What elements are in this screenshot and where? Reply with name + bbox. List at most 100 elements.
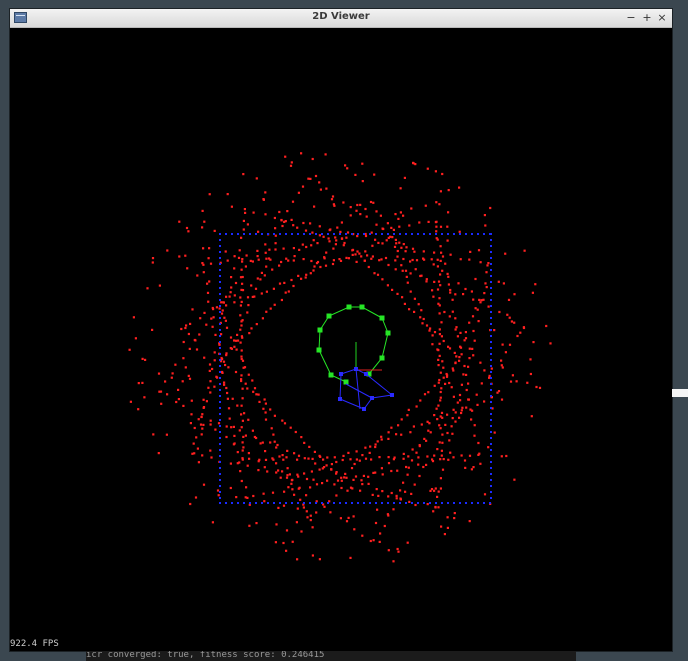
cloud-point xyxy=(374,521,378,525)
cloud-point xyxy=(223,381,226,384)
cloud-point xyxy=(472,466,475,469)
cloud-point xyxy=(454,362,457,365)
cloud-point xyxy=(439,190,442,193)
cloud-point xyxy=(202,406,205,409)
cloud-point xyxy=(414,268,417,271)
cloud-point xyxy=(279,476,282,479)
title-bar[interactable]: 2D Viewer − + × xyxy=(10,9,672,28)
cloud-point xyxy=(379,214,382,217)
cloud-point xyxy=(506,313,509,316)
cloud-point xyxy=(454,420,457,423)
cloud-point xyxy=(141,381,144,384)
cloud-point xyxy=(201,413,204,416)
cloud-point xyxy=(326,456,329,459)
cloud-point xyxy=(246,464,249,467)
cloud-point xyxy=(240,268,243,271)
cloud-point xyxy=(264,411,267,414)
cloud-point xyxy=(460,383,463,386)
cloud-point xyxy=(446,516,449,519)
cloud-point xyxy=(391,236,394,239)
cloud-point xyxy=(351,253,354,256)
cloud-point xyxy=(406,473,409,476)
cloud-point xyxy=(225,386,228,390)
cloud-point xyxy=(328,229,331,232)
cloud-point xyxy=(438,354,441,357)
cloud-point xyxy=(352,515,355,518)
cloud-point xyxy=(334,236,337,239)
cloud-point xyxy=(376,508,379,511)
cloud-point xyxy=(442,458,445,461)
cloud-point xyxy=(207,300,210,303)
cloud-point xyxy=(364,446,367,449)
scene-svg[interactable] xyxy=(10,28,672,651)
cloud-point xyxy=(435,237,438,240)
cloud-point xyxy=(497,280,500,283)
cloud-point xyxy=(255,522,258,525)
cloud-point xyxy=(286,449,289,452)
box-dot xyxy=(219,401,221,403)
cloud-point xyxy=(242,228,245,231)
close-button[interactable]: × xyxy=(655,10,669,25)
cloud-point xyxy=(264,450,267,453)
cloud-point xyxy=(355,450,358,453)
cloud-point xyxy=(395,494,398,497)
cloud-point xyxy=(243,412,246,415)
cloud-point xyxy=(442,376,445,379)
cloud-point xyxy=(267,257,271,260)
cloud-point xyxy=(282,458,285,461)
box-dot xyxy=(490,257,492,259)
cloud-point xyxy=(291,540,294,543)
maximize-button[interactable]: + xyxy=(640,10,654,25)
cloud-point xyxy=(431,289,434,292)
cloud-point xyxy=(545,324,548,328)
cloud-point xyxy=(187,374,190,377)
viewer-canvas[interactable]: 922.4 FPS xyxy=(10,28,672,651)
cloud-point xyxy=(345,236,348,239)
box-dot xyxy=(237,233,239,235)
box-dot xyxy=(321,233,323,235)
cloud-point xyxy=(265,265,268,268)
cloud-point xyxy=(441,172,444,176)
cloud-point xyxy=(292,284,295,288)
cloud-point xyxy=(282,247,285,250)
cloud-point xyxy=(425,278,428,281)
cloud-point xyxy=(372,201,375,204)
cloud-point xyxy=(246,311,249,314)
cloud-point xyxy=(241,387,244,390)
box-dot xyxy=(327,502,329,504)
cloud-point xyxy=(471,409,474,412)
cloud-point xyxy=(309,272,312,275)
cloud-point xyxy=(549,342,552,345)
cloud-point xyxy=(486,264,489,267)
cloud-point xyxy=(315,483,319,486)
cloud-point xyxy=(472,354,475,357)
cloud-point xyxy=(439,427,442,430)
box-dot xyxy=(490,389,492,391)
cloud-point xyxy=(222,301,225,304)
cloud-point xyxy=(387,437,390,440)
cloud-point xyxy=(198,333,201,336)
cloud-point xyxy=(522,326,526,330)
cloud-point xyxy=(346,489,349,492)
box-dot xyxy=(285,233,287,235)
cloud-point xyxy=(256,277,259,280)
box-dot xyxy=(375,502,377,504)
cloud-point xyxy=(300,436,303,439)
cloud-point xyxy=(361,534,364,537)
cloud-point xyxy=(240,349,243,352)
cloud-point xyxy=(399,498,402,501)
box-dot xyxy=(405,233,407,235)
cloud-point xyxy=(345,256,348,259)
minimize-button[interactable]: − xyxy=(624,10,638,25)
cloud-point xyxy=(311,231,314,234)
box-dot xyxy=(231,233,233,235)
cloud-point xyxy=(409,272,412,275)
side-panel-handle[interactable] xyxy=(672,389,688,397)
cloud-point xyxy=(423,258,426,261)
cloud-point xyxy=(302,506,305,509)
cloud-point xyxy=(408,308,411,311)
cloud-point xyxy=(349,458,352,461)
cloud-point xyxy=(387,549,390,552)
box-dot xyxy=(219,431,221,433)
cloud-point xyxy=(274,248,277,251)
